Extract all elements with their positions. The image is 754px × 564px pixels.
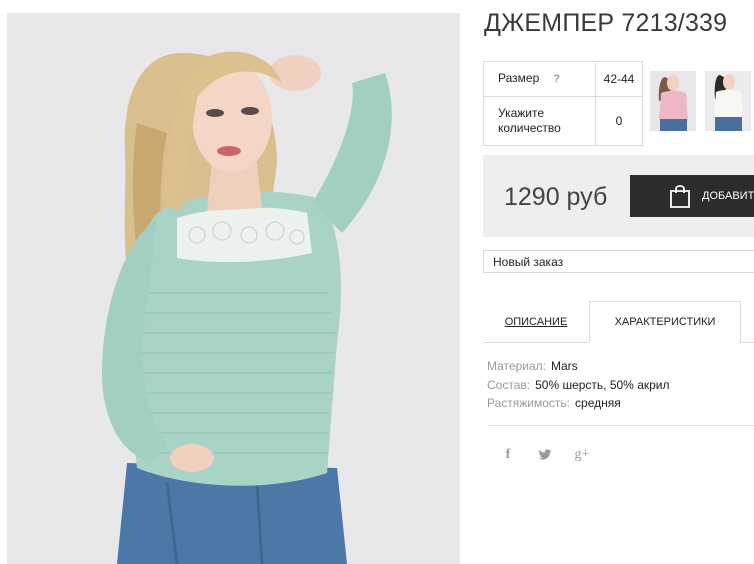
shopping-bag-icon [668,183,692,209]
order-select[interactable]: Новый заказ [483,250,754,273]
characteristic-key: Растяжимость: [487,396,571,410]
thumbnail-white-image [705,71,751,131]
price-panel: 1290 руб ДОБАВИТЬ [483,155,754,237]
options-table: Размер? 42-44 Укажите количество 0 [483,61,643,146]
quantity-label-line2: количество [498,121,561,135]
add-to-cart-button[interactable]: ДОБАВИТЬ [630,175,754,217]
size-help-icon[interactable]: ? [553,73,560,85]
size-label-cell: Размер? [483,61,596,97]
facebook-icon[interactable]: f [498,446,518,464]
product-title: ДЖЕМПЕР 7213/339 [484,9,728,37]
characteristic-key: Состав: [487,377,531,392]
characteristic-row: Растяжимость: средняя [487,394,670,413]
tabs-bar: ОПИСАНИЕ ХАРАКТЕРИСТИКИ [483,301,754,343]
characteristic-key: Материал: [487,359,546,373]
size-value[interactable]: 42-44 [595,61,643,97]
tab-description[interactable]: ОПИСАНИЕ [483,301,589,342]
divider [487,425,754,426]
characteristics-list: Материал: Mars Состав: 50% шерсть, 50% акр… [487,357,670,413]
add-to-cart-label: ДОБАВИТЬ [702,190,754,202]
price: 1290 руб [504,183,608,211]
quantity-label-cell: Укажите количество [483,96,596,146]
twitter-icon[interactable] [535,446,555,464]
product-photo[interactable] [7,13,460,564]
google-plus-icon[interactable]: g+ [572,446,592,464]
characteristic-value: 50% шерсть, 50% акрил [535,377,670,392]
thumbnail-pink-image [650,71,696,131]
social-share: f g+ [498,446,592,464]
thumbnail-pink-variant[interactable] [650,71,696,131]
tab-characteristics[interactable]: ХАРАКТЕРИСТИКИ [589,301,741,343]
size-label: Размер [498,71,540,85]
quantity-label-line1: Укажите [498,106,545,120]
characteristic-row: Материал: Mars [487,357,670,376]
characteristic-row: Состав: 50% шерсть, 50% акрил [487,376,670,395]
thumbnail-white-variant[interactable] [705,71,751,131]
characteristic-value: средняя [575,396,621,410]
quantity-input[interactable]: 0 [595,96,643,146]
characteristic-value: Mars [550,359,578,373]
product-photo-illustration [7,13,460,564]
